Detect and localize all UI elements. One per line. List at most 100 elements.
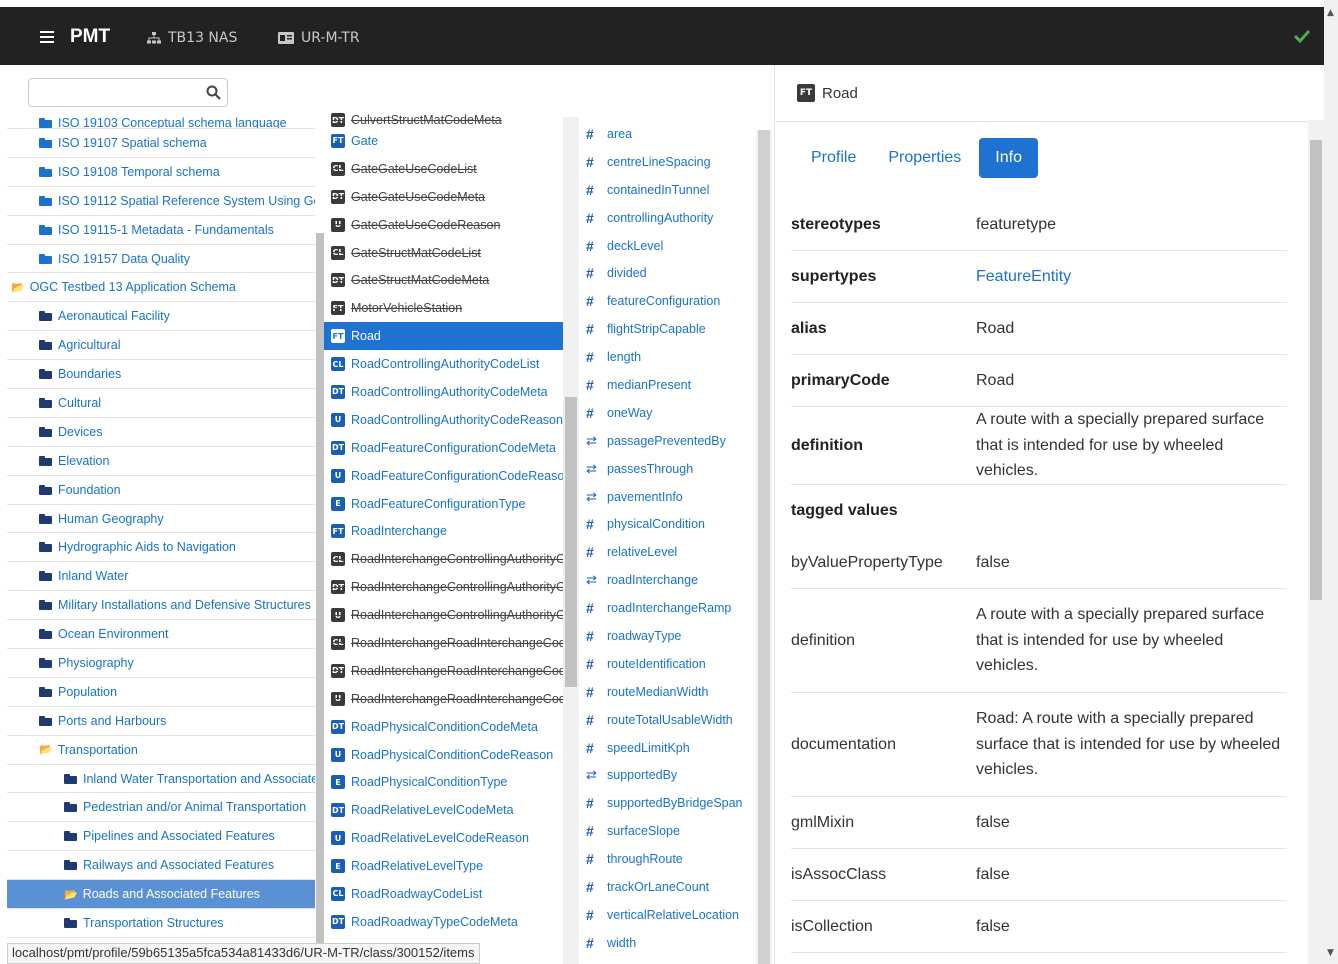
property-item[interactable]: # relativeLevel [581, 538, 753, 566]
class-item[interactable]: U RoadControllingAuthorityCodeReason [324, 406, 564, 434]
tree-item[interactable]: Human Geography [7, 505, 315, 534]
property-item[interactable]: # controllingAuthority [581, 204, 753, 232]
class-item[interactable]: U RoadPhysicalConditionCodeReason [324, 741, 564, 769]
class-item[interactable]: DT RoadControllingAuthorityCodeMeta [324, 378, 564, 406]
tree-scrollbar[interactable] [316, 117, 324, 964]
scroll-up-icon[interactable]: ▲ [1327, 8, 1334, 18]
tree-item[interactable]: Military Installations and Defensive Str… [7, 591, 315, 621]
tree-item[interactable]: ISO 19107 Spatial schema [7, 129, 315, 158]
tree-item[interactable]: Elevation [7, 447, 315, 476]
class-item[interactable]: DT GateStructMatCodeMeta [324, 266, 564, 294]
tree-item-selected[interactable]: 📂 Roads and Associated Features [7, 880, 315, 910]
detail-scrollbar[interactable] [1308, 120, 1324, 964]
class-item[interactable]: DT RoadFeatureConfigurationCodeMeta [324, 434, 564, 462]
tree-item[interactable]: ISO 19157 Data Quality [7, 245, 315, 274]
class-item[interactable]: FT MotorVehicleStation [324, 294, 564, 322]
property-item[interactable]: # supportedByBridgeSpan [581, 789, 753, 817]
property-item[interactable]: # throughRoute [581, 845, 753, 873]
class-item[interactable]: CL RoadInterchangeControllingAuthorityCod… [324, 545, 564, 573]
class-item-selected[interactable]: FT Road [324, 322, 564, 351]
property-item[interactable]: # width [581, 929, 753, 957]
class-item[interactable]: CL RoadInterchangeRoadInterchangeCodeList [324, 629, 564, 657]
property-item[interactable]: # flightStripCapable [581, 315, 753, 343]
class-item[interactable]: E RoadRelativeLevelType [324, 852, 564, 880]
tree-item[interactable]: Transportation Structures [7, 909, 315, 938]
tree-item[interactable]: Cultural [7, 389, 315, 418]
search-box[interactable] [28, 78, 228, 107]
property-item[interactable]: ⇄ passagePreventedBy [581, 427, 753, 455]
class-item[interactable]: DT RoadRelativeLevelCodeMeta [324, 796, 564, 824]
tree-item[interactable]: Pipelines and Associated Features [7, 822, 315, 852]
property-item[interactable]: ⇄ passesThrough [581, 455, 753, 483]
class-item[interactable]: U RoadFeatureConfigurationCodeReason [324, 462, 564, 490]
tab-profile[interactable]: Profile [795, 138, 872, 178]
tree-item[interactable]: Aeronautical Facility [7, 302, 315, 332]
tree-item[interactable]: Devices [7, 418, 315, 447]
nav-link-package[interactable]: UR-M-TR [278, 30, 360, 46]
property-item[interactable]: # routeIdentification [581, 650, 753, 678]
scrollbar-thumb[interactable] [758, 130, 770, 964]
tree-item[interactable]: ISO 19108 Temporal schema [7, 158, 315, 187]
class-item[interactable]: CL GateGateUseCodeList [324, 155, 564, 183]
info-value-link[interactable]: FeatureEntity [976, 264, 1287, 290]
nav-link-profile[interactable]: TB13 NAS [147, 30, 237, 46]
class-item[interactable]: DT RoadInterchangeControllingAuthorityCod… [324, 573, 564, 601]
class-item[interactable]: U RoadInterchangeControllingAuthorityCode… [324, 601, 564, 629]
scrollbar-thumb[interactable] [565, 397, 577, 687]
tab-info[interactable]: Info [979, 138, 1038, 178]
tree-item[interactable]: ISO 19112 Spatial Reference System Using… [7, 187, 315, 216]
class-item[interactable]: U RoadInterchangeRoadInterchangeCodeReaso… [324, 685, 564, 713]
property-item[interactable]: # roadwayType [581, 622, 753, 650]
class-item[interactable]: DT CulvertStructMatCodeMeta [324, 113, 564, 127]
tree-item[interactable]: Railways and Associated Features [7, 851, 315, 881]
brand[interactable]: PMT [40, 26, 110, 48]
tree-item[interactable]: Ports and Harbours [7, 707, 315, 736]
class-item[interactable]: CL RoadRoadwayCodeList [324, 880, 564, 908]
property-item[interactable]: # speedLimitKph [581, 734, 753, 762]
class-item[interactable]: U RoadRelativeLevelCodeReason [324, 824, 564, 852]
tree-item[interactable]: Physiography [7, 649, 315, 678]
class-item[interactable]: DT RoadRoadwayTypeCodeMeta [324, 908, 564, 936]
property-item[interactable]: # verticalRelativeLocation [581, 901, 753, 929]
class-item[interactable]: CL GateStructMatCodeList [324, 239, 564, 267]
tree-item[interactable]: Inland Water [7, 562, 315, 592]
class-item[interactable]: CL RoadControllingAuthorityCodeList [324, 350, 564, 378]
class-item[interactable]: DT RoadInterchangeRoadInterchangeCodeMeta [324, 657, 564, 685]
class-item[interactable]: DT RoadPhysicalConditionCodeMeta [324, 713, 564, 741]
tree-item[interactable]: Boundaries [7, 360, 315, 390]
property-item[interactable]: # featureConfiguration [581, 287, 753, 315]
property-item[interactable]: # physicalCondition [581, 510, 753, 538]
property-item[interactable]: # routeTotalUsableWidth [581, 706, 753, 734]
tree-item[interactable]: Inland Water Transportation and Associat… [7, 765, 315, 794]
tree-item[interactable]: Agricultural [7, 331, 315, 361]
property-item[interactable]: # roadInterchangeRamp [581, 594, 753, 622]
scrollbar-thumb[interactable] [1310, 140, 1322, 600]
tree-item[interactable]: Population [7, 678, 315, 707]
property-item[interactable]: # containedInTunnel [581, 176, 753, 204]
class-item[interactable]: U GateGateUseCodeReason [324, 211, 564, 239]
property-item[interactable]: ⇄ pavementInfo [581, 483, 753, 511]
property-item[interactable]: # centreLineSpacing [581, 148, 753, 176]
class-item[interactable]: FT Gate [324, 127, 564, 155]
property-item[interactable]: # oneWay [581, 399, 753, 427]
tree-item[interactable]: ISO 19103 Conceptual schema language [7, 117, 315, 129]
tree-item[interactable]: Hydrographic Aids to Navigation [7, 533, 315, 563]
class-item[interactable]: E RoadPhysicalConditionType [324, 768, 564, 796]
window-scrollbar[interactable]: ▲ ▼ [1324, 0, 1338, 964]
tree-item[interactable]: Pedestrian and/or Animal Transportation [7, 793, 315, 823]
property-item[interactable]: # routeMedianWidth [581, 678, 753, 706]
class-item[interactable]: FT RoadInterchange [324, 517, 564, 545]
property-item[interactable]: # medianPresent [581, 371, 753, 399]
property-item[interactable]: # length [581, 343, 753, 371]
search-icon[interactable] [206, 85, 221, 100]
tree-item[interactable]: Foundation [7, 476, 315, 505]
class-list-scrollbar[interactable] [563, 117, 579, 964]
tab-properties[interactable]: Properties [872, 138, 977, 178]
property-item[interactable]: # deckLevel [581, 232, 753, 260]
search-input[interactable] [29, 79, 199, 106]
hamburger-icon[interactable] [40, 28, 54, 46]
tree-item-expanded[interactable]: 📂 Transportation [7, 736, 315, 765]
tree-item[interactable]: ISO 19115-1 Metadata - Fundamentals [7, 216, 315, 245]
class-item[interactable]: E RoadFeatureConfigurationType [324, 490, 564, 518]
property-item[interactable]: ⇄ supportedBy [581, 761, 753, 789]
